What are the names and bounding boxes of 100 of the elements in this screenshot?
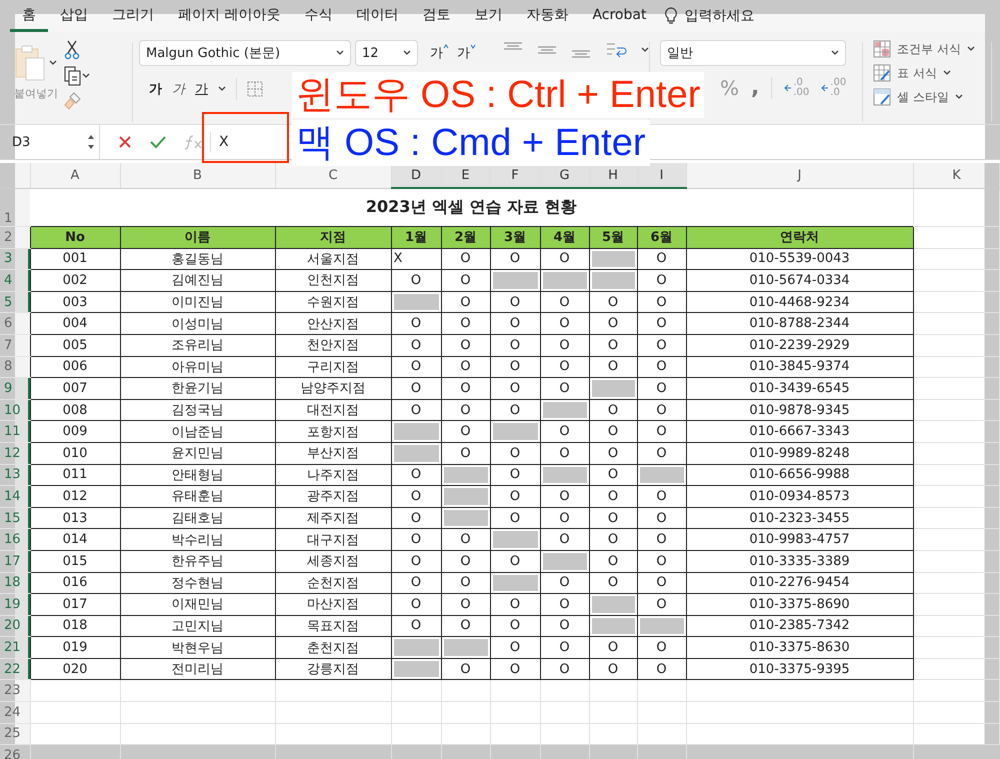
caret-icon[interactable] [966,46,975,52]
name-box[interactable]: D3 [0,125,100,159]
copy-icon[interactable] [64,66,82,86]
check-icon[interactable] [150,135,166,149]
caret-icon[interactable] [82,73,90,79]
row-header[interactable]: 1 [0,188,30,226]
table-cell: O [441,528,490,550]
row-header[interactable]: 12 [0,442,30,464]
table-cell: O [637,356,686,378]
row-header[interactable]: 4 [0,270,30,292]
row-header[interactable]: 25 [0,723,30,745]
row-header[interactable]: 5 [0,291,30,313]
table-cell: 010-3335-3389 [686,550,913,572]
table-cell: O [589,334,637,356]
menu-tab[interactable]: 검토 [410,0,462,32]
function-icon[interactable] [184,134,204,150]
table-cell: O [391,378,441,400]
table-cell: O [540,528,589,550]
table-cell: 안산지점 [275,312,391,334]
formula-field[interactable]: X [219,134,259,150]
styles-menu-button[interactable]: 조건부 서식 [873,40,985,58]
menu-tab[interactable]: 페이지 레이아웃 [166,0,292,32]
row-header[interactable]: 16 [0,528,30,550]
menu-tab[interactable]: 보기 [462,0,514,32]
row-header[interactable]: 17 [0,550,30,572]
styles-menu-button[interactable]: 표 서식 [873,64,985,82]
menu-tab[interactable]: 수식 [292,0,344,32]
row-header[interactable]: 3 [0,248,30,270]
caret-icon[interactable] [336,50,344,56]
row-header[interactable]: 8 [0,356,30,378]
row-header[interactable]: 18 [0,572,30,594]
caret-icon[interactable] [403,50,411,56]
menu-tab[interactable]: 그리기 [100,0,166,32]
row-header[interactable]: 23 [0,680,30,702]
lightbulb-icon[interactable] [664,7,678,25]
paintbrush-icon[interactable] [64,92,82,110]
menu-tab[interactable]: 자동화 [514,0,580,32]
row-header[interactable]: 22 [0,658,30,680]
menu-tab[interactable]: 데이터 [344,0,410,32]
table-cell: 대구지점 [275,528,391,550]
cancel-icon[interactable] [118,135,132,149]
scissors-icon[interactable] [64,40,80,60]
table-cell: O [637,378,686,400]
column-header[interactable]: I [637,163,686,188]
table-cell: 김태호님 [120,507,275,529]
caret-icon[interactable] [954,94,963,100]
row-header[interactable]: 13 [0,464,30,486]
row-header[interactable]: 26 [0,744,30,759]
caret-icon[interactable] [641,47,649,53]
table-cell: 001 [30,248,120,270]
italic-button[interactable]: 가 [172,80,185,98]
row-header[interactable]: 7 [0,334,30,356]
table-cell: O [490,464,540,486]
row-header[interactable]: 11 [0,420,30,442]
comma-button[interactable]: , [751,79,760,97]
bold-button[interactable]: 가 [149,80,162,98]
underline-button[interactable]: 가 [195,80,208,98]
table-cell: 002 [30,270,120,292]
number-format-dropdown[interactable]: 일반 [660,40,846,66]
grow-font-button[interactable]: 가 [430,44,449,62]
styles-menu-button[interactable]: 셀 스타일 [873,88,985,106]
table-cell: O [441,378,490,400]
search-field[interactable]: 입력하세요 [684,8,774,24]
font-size-dropdown[interactable]: 12 [355,40,418,66]
borders-icon[interactable] [247,81,263,97]
caret-icon[interactable] [831,50,839,56]
table-header: 3월 [490,226,540,248]
caret-icon[interactable] [942,70,951,76]
table-cell: 018 [30,615,120,637]
row-header[interactable]: 24 [0,702,30,724]
row-header[interactable]: 20 [0,615,30,637]
row-header[interactable]: 14 [0,486,30,508]
table-cell: 006 [30,356,120,378]
row-header[interactable]: 2 [0,226,30,248]
column-header[interactable]: A [30,163,120,188]
table-header: No [30,226,120,248]
caret-icon[interactable] [218,86,226,92]
spinner-icon[interactable] [87,133,95,151]
table-cell: 윤지민님 [120,442,275,464]
row-header[interactable]: 9 [0,378,30,400]
row-header[interactable]: 19 [0,594,30,616]
row-header[interactable]: 10 [0,399,30,421]
column-header[interactable]: B [120,163,275,188]
caret-icon[interactable] [49,60,57,66]
row-header[interactable]: 6 [0,312,30,334]
table-cell: O [637,594,686,616]
table-cell: 014 [30,528,120,550]
column-header[interactable]: K [913,163,1000,188]
table-cell: 나주지점 [275,464,391,486]
table-cell: 서울지점 [275,248,391,270]
row-header[interactable]: 21 [0,636,30,658]
table-cell: 010-3845-9374 [686,356,913,378]
table-cell: O [589,399,637,421]
menu-tab[interactable]: Acrobat [580,0,658,32]
font-dropdown[interactable]: Malgun Gothic (본문) [139,40,351,66]
shrink-font-button[interactable]: 가 [457,44,476,62]
column-header[interactable]: J [686,163,913,188]
menu-tab[interactable]: 삽입 [48,0,100,32]
table-cell: 010-3439-6545 [686,378,913,400]
row-header[interactable]: 15 [0,507,30,529]
